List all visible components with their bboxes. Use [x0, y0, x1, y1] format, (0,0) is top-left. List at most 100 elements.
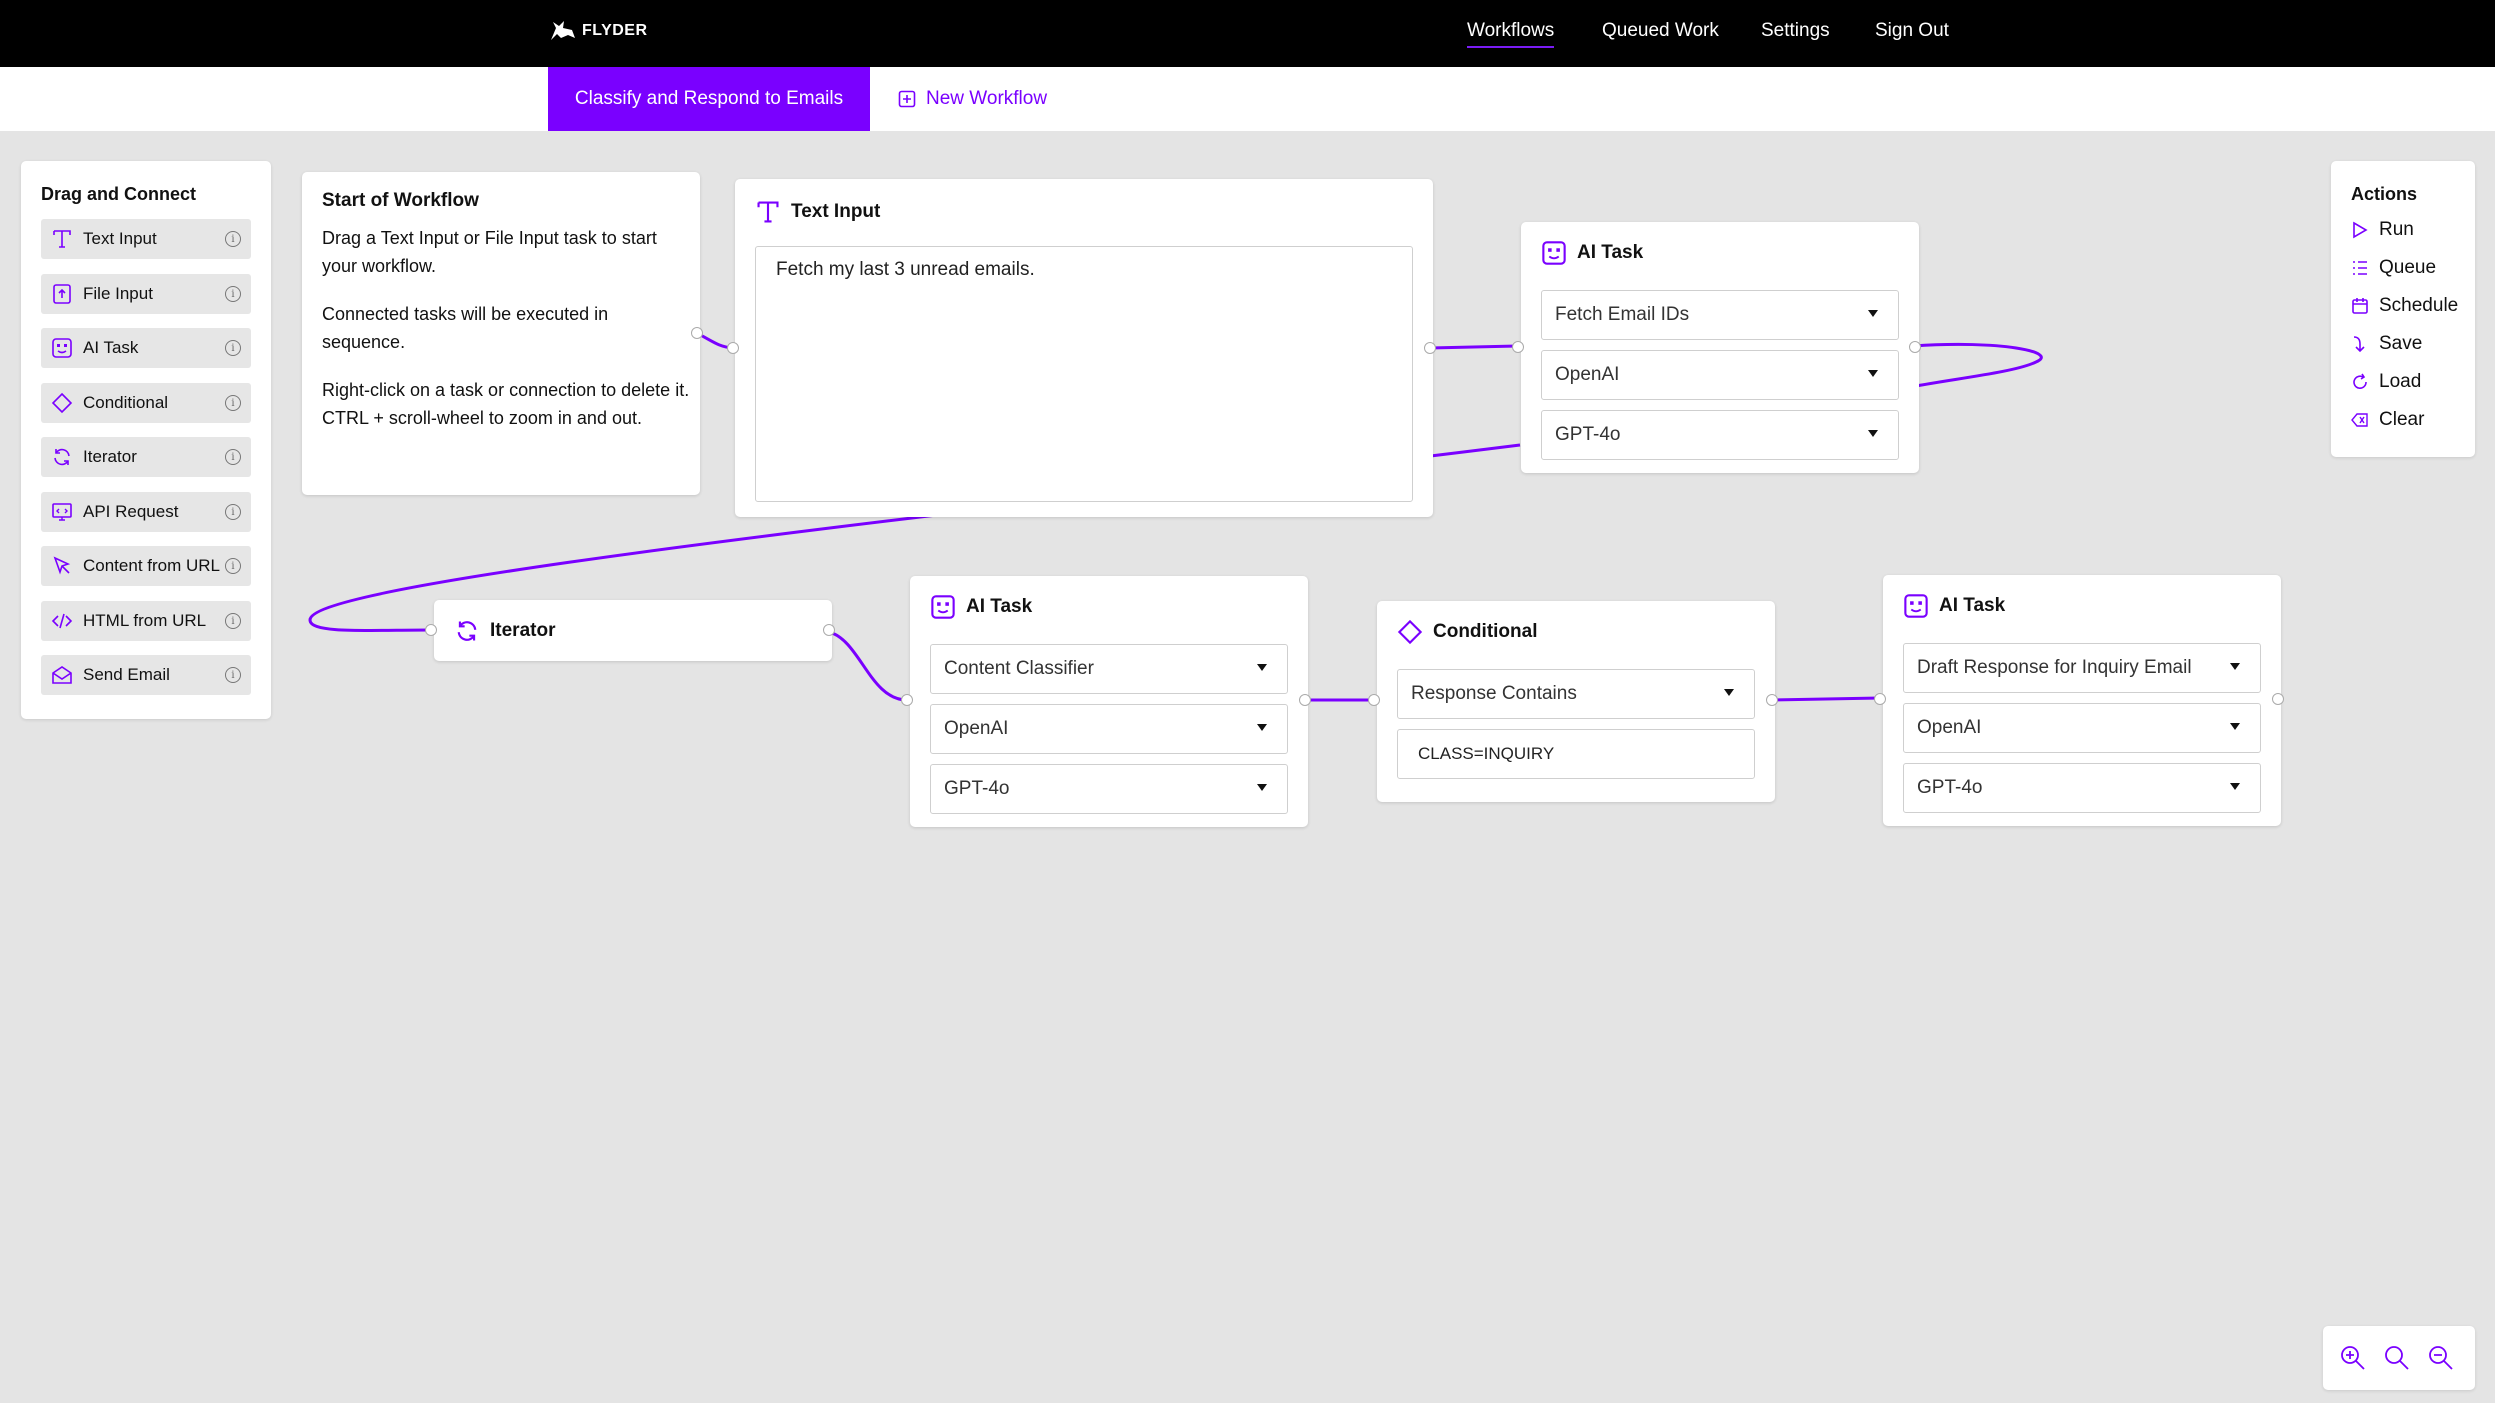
- conditional-card-header: Conditional: [1397, 619, 1537, 645]
- task-select[interactable]: Fetch Email IDs: [1541, 290, 1899, 340]
- connection-port[interactable]: [727, 342, 739, 354]
- ai-task-card-2[interactable]: AI Task Content Classifier OpenAI GPT-4o: [910, 576, 1308, 827]
- cursor-icon: [49, 553, 75, 579]
- run-button[interactable]: Run: [2351, 219, 2414, 241]
- card-title: Text Input: [791, 201, 881, 222]
- model-select[interactable]: GPT-4o: [1541, 410, 1899, 460]
- connection-port[interactable]: [691, 327, 703, 339]
- conditional-card[interactable]: Conditional Response Contains CLASS=INQU…: [1377, 601, 1775, 802]
- task-select-value: Content Classifier: [944, 658, 1094, 679]
- chevron-down-icon: [1868, 310, 1878, 317]
- info-icon[interactable]: i: [225, 504, 241, 520]
- ai-task-card-1[interactable]: AI Task Fetch Email IDs OpenAI GPT-4o: [1521, 222, 1919, 473]
- info-icon[interactable]: i: [225, 667, 241, 683]
- model-select[interactable]: GPT-4o: [930, 764, 1288, 814]
- card-title: AI Task: [1939, 595, 2006, 616]
- text-input-textarea[interactable]: Fetch my last 3 unread emails.: [755, 246, 1413, 502]
- refresh-icon: [457, 621, 477, 641]
- nav-workflows[interactable]: Workflows: [1467, 20, 1555, 48]
- connection-port[interactable]: [1424, 342, 1436, 354]
- info-icon[interactable]: i: [225, 613, 241, 629]
- nav-queued-work[interactable]: Queued Work: [1602, 20, 1719, 42]
- text-input-card[interactable]: Text Input Fetch my last 3 unread emails…: [735, 179, 1433, 517]
- queue-button[interactable]: Queue: [2351, 257, 2436, 279]
- task-select[interactable]: Draft Response for Inquiry Email: [1903, 643, 2261, 693]
- start-card-title: Start of Workflow: [322, 190, 479, 211]
- iterator-card[interactable]: Iterator: [434, 600, 832, 661]
- info-icon[interactable]: i: [225, 449, 241, 465]
- text-input-card-header: Text Input: [755, 199, 880, 225]
- model-select[interactable]: GPT-4o: [1903, 763, 2261, 813]
- zoom-reset-icon: [2385, 1346, 2409, 1370]
- new-workflow-tab[interactable]: New Workflow: [898, 67, 1047, 131]
- provider-select[interactable]: OpenAI: [1903, 703, 2261, 753]
- sidebar-item-conditional[interactable]: Conditional i: [41, 383, 251, 423]
- start-of-workflow-card[interactable]: Start of Workflow Drag a Text Input or F…: [302, 172, 700, 495]
- connection-port[interactable]: [425, 624, 437, 636]
- chevron-down-icon: [1724, 689, 1734, 696]
- connection-port[interactable]: [1766, 694, 1778, 706]
- task-select-value: Fetch Email IDs: [1555, 304, 1690, 325]
- connection-port[interactable]: [1874, 693, 1886, 705]
- zoom-out-button[interactable]: [2425, 1342, 2457, 1374]
- schedule-button[interactable]: Schedule: [2351, 295, 2458, 317]
- card-title: Conditional: [1433, 621, 1538, 642]
- task-select[interactable]: Content Classifier: [930, 644, 1288, 694]
- tab-classify-and-respond[interactable]: Classify and Respond to Emails: [548, 67, 870, 131]
- info-icon[interactable]: i: [225, 558, 241, 574]
- sidebar-item-text-input[interactable]: Text Input i: [41, 219, 251, 259]
- ai-task-card-3[interactable]: AI Task Draft Response for Inquiry Email…: [1883, 575, 2281, 826]
- connection-port[interactable]: [1909, 341, 1921, 353]
- save-arrow-icon: [2351, 335, 2369, 353]
- load-button[interactable]: Load: [2351, 371, 2421, 393]
- connection-port[interactable]: [1368, 694, 1380, 706]
- sidebar-item-iterator[interactable]: Iterator i: [41, 437, 251, 477]
- sidebar-item-ai-task[interactable]: AI Task i: [41, 328, 251, 368]
- sidebar-item-send-email[interactable]: Send Email i: [41, 655, 251, 695]
- info-icon[interactable]: i: [225, 395, 241, 411]
- top-bar: [0, 0, 2495, 67]
- logo[interactable]: FLYDER: [548, 16, 648, 46]
- chevron-down-icon: [2230, 723, 2240, 730]
- condition-select-value: Response Contains: [1411, 683, 1577, 704]
- queue-label: Queue: [2379, 257, 2437, 278]
- sidebar-item-label: HTML from URL: [83, 611, 207, 630]
- model-select-value: GPT-4o: [1917, 777, 1983, 798]
- actions-title: Actions: [2351, 184, 2418, 204]
- sidebar-item-label: Content from URL: [83, 556, 220, 575]
- provider-select[interactable]: OpenAI: [1541, 350, 1899, 400]
- chevron-down-icon: [1868, 370, 1878, 377]
- clear-button[interactable]: Clear: [2351, 409, 2424, 431]
- schedule-label: Schedule: [2379, 295, 2459, 316]
- connection-port[interactable]: [1512, 341, 1524, 353]
- nav-settings[interactable]: Settings: [1761, 20, 1830, 42]
- file-upload-icon: [49, 281, 75, 307]
- clear-icon: [2351, 411, 2369, 429]
- start-card-text-1: Drag a Text Input or File Input task to …: [322, 228, 657, 276]
- chevron-down-icon: [2230, 663, 2240, 670]
- save-label: Save: [2379, 333, 2423, 354]
- nav-sign-out[interactable]: Sign Out: [1875, 20, 1949, 42]
- connection-port[interactable]: [2272, 693, 2284, 705]
- condition-value-input[interactable]: CLASS=INQUIRY: [1397, 729, 1755, 779]
- connection-port[interactable]: [823, 624, 835, 636]
- zoom-in-button[interactable]: [2337, 1342, 2369, 1374]
- info-icon[interactable]: i: [225, 340, 241, 356]
- load-label: Load: [2379, 371, 2422, 392]
- save-button[interactable]: Save: [2351, 333, 2422, 355]
- ai-task-card-header: AI Task: [930, 594, 1032, 620]
- info-icon[interactable]: i: [225, 286, 241, 302]
- zoom-reset-button[interactable]: [2381, 1342, 2413, 1374]
- connection-port[interactable]: [1299, 694, 1311, 706]
- sidebar-item-content-from-url[interactable]: Content from URL i: [41, 546, 251, 586]
- sidebar-item-html-from-url[interactable]: HTML from URL i: [41, 601, 251, 641]
- sidebar-item-api-request[interactable]: API Request i: [41, 492, 251, 532]
- card-title: Iterator: [490, 620, 556, 641]
- sidebar-item-file-input[interactable]: File Input i: [41, 274, 251, 314]
- condition-select[interactable]: Response Contains: [1397, 669, 1755, 719]
- connection-port[interactable]: [901, 694, 913, 706]
- provider-select[interactable]: OpenAI: [930, 704, 1288, 754]
- calendar-icon: [2351, 297, 2369, 315]
- brand-name: FLYDER: [582, 22, 648, 39]
- info-icon[interactable]: i: [225, 231, 241, 247]
